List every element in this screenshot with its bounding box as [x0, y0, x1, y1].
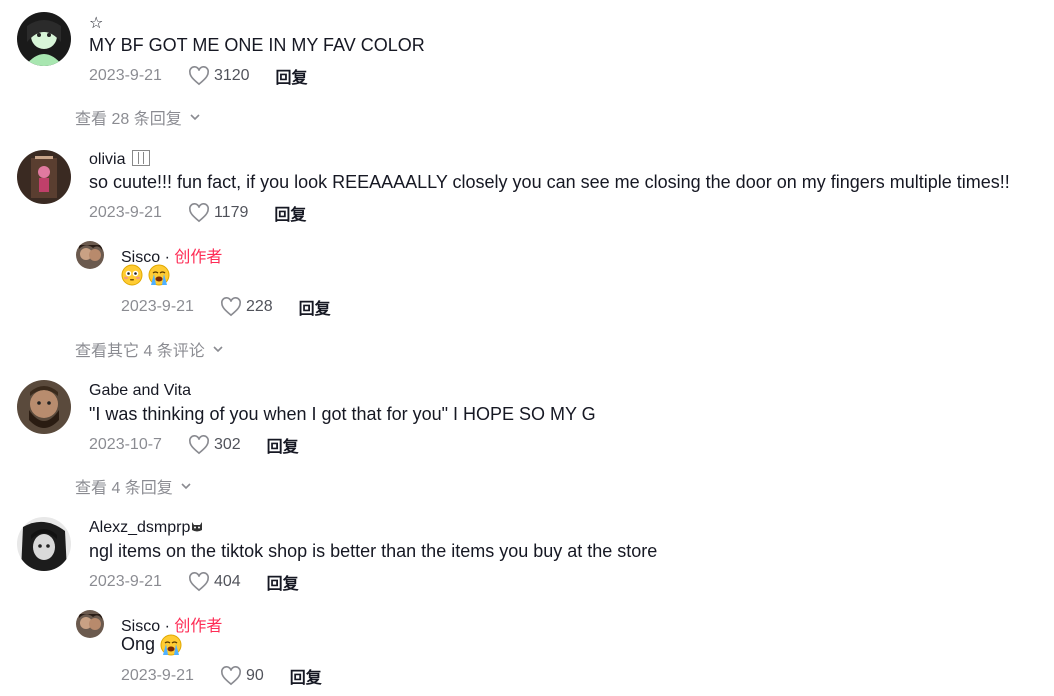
- like-button[interactable]: 90: [220, 666, 264, 686]
- comment-meta: 2023-9-21 404 回复: [89, 571, 299, 593]
- reply-text: [121, 264, 170, 286]
- avatar[interactable]: [17, 150, 71, 204]
- heart-outline-icon: [221, 666, 241, 686]
- like-count: 90: [245, 667, 264, 684]
- loudly-crying-face-emoji: [160, 634, 182, 656]
- view-replies-label: 查看 4 条回复: [75, 480, 173, 497]
- like-count: 404: [213, 573, 241, 590]
- username[interactable]: Alexz_dsmprp: [89, 519, 190, 536]
- comment-text: ngl items on the tiktok shop is better t…: [89, 541, 658, 561]
- comment-meta: 2023-9-21 3120 回复: [89, 65, 308, 87]
- username[interactable]: ☆: [89, 13, 103, 33]
- comment-meta: 2023-9-21 1179 回复: [89, 202, 306, 224]
- like-button[interactable]: 1179: [188, 203, 248, 223]
- like-count: 228: [245, 298, 273, 315]
- comment-text: MY BF GOT ME ONE IN MY FAV COLOR: [89, 35, 425, 55]
- view-replies-label: 查看其它 4 条评论: [75, 343, 205, 360]
- like-count: 3120: [213, 67, 250, 84]
- comment-date: 2023-9-21: [121, 667, 194, 684]
- username-row: olivia: [89, 150, 150, 169]
- reply-username-row: Sisco · 创作者: [121, 612, 222, 636]
- like-button[interactable]: 3120: [188, 66, 250, 86]
- like-count: 1179: [213, 204, 249, 221]
- like-button[interactable]: 228: [220, 297, 273, 317]
- like-button[interactable]: 404: [188, 572, 241, 592]
- chevron-down-icon: [181, 483, 191, 490]
- reply-button[interactable]: 回复: [290, 664, 322, 688]
- heart-outline-icon: [189, 203, 209, 223]
- chevron-down-icon: [213, 346, 223, 353]
- reply-button[interactable]: 回复: [267, 433, 299, 457]
- reply-meta: 2023-9-21 228 回复: [121, 296, 331, 318]
- comment-date: 2023-10-7: [89, 436, 162, 453]
- chevron-down-icon: [190, 114, 200, 121]
- reply-button[interactable]: 回复: [274, 201, 306, 225]
- heart-outline-icon: [189, 66, 209, 86]
- avatar[interactable]: [76, 241, 104, 269]
- comment-date: 2023-9-21: [89, 204, 162, 221]
- separator: ·: [164, 618, 170, 635]
- avatar[interactable]: [76, 610, 104, 638]
- view-replies-label: 查看 28 条回复: [75, 111, 182, 128]
- like-count: 302: [213, 436, 241, 453]
- username[interactable]: Gabe and Vita: [89, 382, 191, 400]
- comment-date: 2023-9-21: [89, 67, 162, 84]
- reply-button[interactable]: 回复: [267, 570, 299, 594]
- reply-text: Ong: [121, 634, 182, 656]
- avatar[interactable]: [17, 380, 71, 434]
- comment-text: so cuute!!! fun fact, if you look REEAAA…: [89, 172, 1010, 192]
- flushed-face-emoji: [121, 264, 143, 286]
- comment-date: 2023-9-21: [89, 573, 162, 590]
- avatar[interactable]: [17, 12, 71, 66]
- comment-meta: 2023-10-7 302 回复: [89, 434, 299, 456]
- view-replies-button[interactable]: 查看 28 条回复: [75, 105, 202, 129]
- cat-face-emoji: [192, 522, 203, 532]
- loudly-crying-face-emoji: [148, 264, 170, 286]
- comment-date: 2023-9-21: [121, 298, 194, 315]
- view-replies-button[interactable]: 查看其它 4 条评论: [75, 337, 225, 361]
- view-replies-button[interactable]: 查看 4 条回复: [75, 474, 193, 498]
- username[interactable]: olivia: [89, 151, 125, 168]
- reply-button[interactable]: 回复: [276, 64, 308, 88]
- comment-text: "I was thinking of you when I got that f…: [89, 404, 596, 424]
- reply-button[interactable]: 回复: [299, 295, 331, 319]
- username[interactable]: Sisco: [121, 618, 160, 635]
- author-tag: 创作者: [174, 618, 223, 635]
- heart-outline-icon: [189, 435, 209, 455]
- reply-meta: 2023-9-21 90 回复: [121, 665, 322, 687]
- heart-outline-icon: [221, 297, 241, 317]
- username-row: Alexz_dsmprp: [89, 519, 204, 537]
- author-tag: 创作者: [174, 249, 223, 266]
- badge-icon: [131, 150, 150, 166]
- heart-outline-icon: [189, 572, 209, 592]
- like-button[interactable]: 302: [188, 435, 241, 455]
- avatar[interactable]: [17, 517, 71, 571]
- reply-text-content: Ong: [121, 634, 156, 654]
